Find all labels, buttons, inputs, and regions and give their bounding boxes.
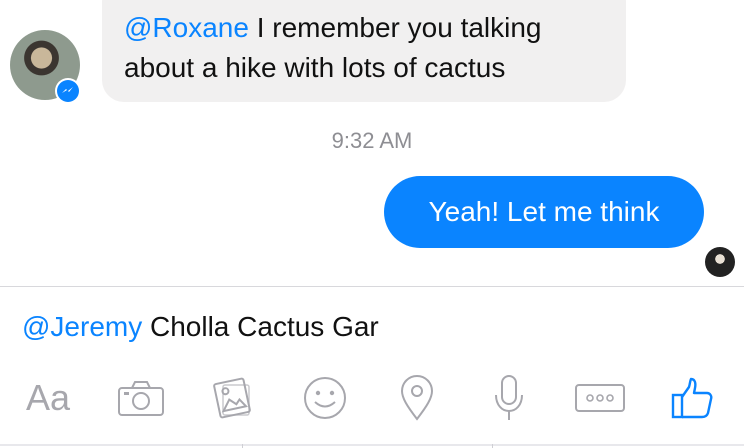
- incoming-message-bubble[interactable]: @Roxane I remember you talking about a h…: [102, 0, 626, 102]
- composer-mention[interactable]: @Jeremy: [22, 311, 142, 342]
- more-options-button[interactable]: [570, 368, 630, 428]
- emoji-button[interactable]: [296, 368, 354, 428]
- message-mention[interactable]: @Roxane: [124, 12, 249, 43]
- text-format-label: Aa: [25, 377, 71, 418]
- like-button[interactable]: [663, 368, 721, 428]
- camera-button[interactable]: [112, 368, 170, 428]
- composer-toolbar: Aa: [0, 368, 744, 428]
- outgoing-message-text: Yeah! Let me think: [428, 196, 660, 227]
- read-receipt-avatar: [705, 247, 735, 277]
- message-timestamp: 9:32 AM: [331, 128, 413, 153]
- microphone-button[interactable]: [480, 368, 538, 428]
- outgoing-message-bubble[interactable]: Yeah! Let me think: [384, 176, 704, 248]
- composer-divider: [0, 286, 744, 287]
- emoji-icon: [304, 377, 346, 419]
- text-format-button[interactable]: Aa: [18, 368, 78, 428]
- message-input[interactable]: @Jeremy Cholla Cactus Gar: [22, 305, 379, 349]
- more-icon: [575, 384, 625, 412]
- bottom-tab-divider: [242, 444, 243, 448]
- location-button[interactable]: [388, 368, 446, 428]
- like-icon: [671, 377, 713, 419]
- photo-gallery-icon: [213, 377, 251, 419]
- location-icon: [400, 375, 434, 421]
- camera-icon: [118, 381, 164, 416]
- microphone-icon: [495, 375, 523, 420]
- messenger-badge-icon: [55, 78, 81, 104]
- composer-text: Cholla Cactus Gar: [142, 311, 379, 342]
- bottom-edge: [0, 444, 744, 446]
- photo-gallery-button[interactable]: [203, 368, 261, 428]
- bottom-tab-divider: [492, 444, 493, 448]
